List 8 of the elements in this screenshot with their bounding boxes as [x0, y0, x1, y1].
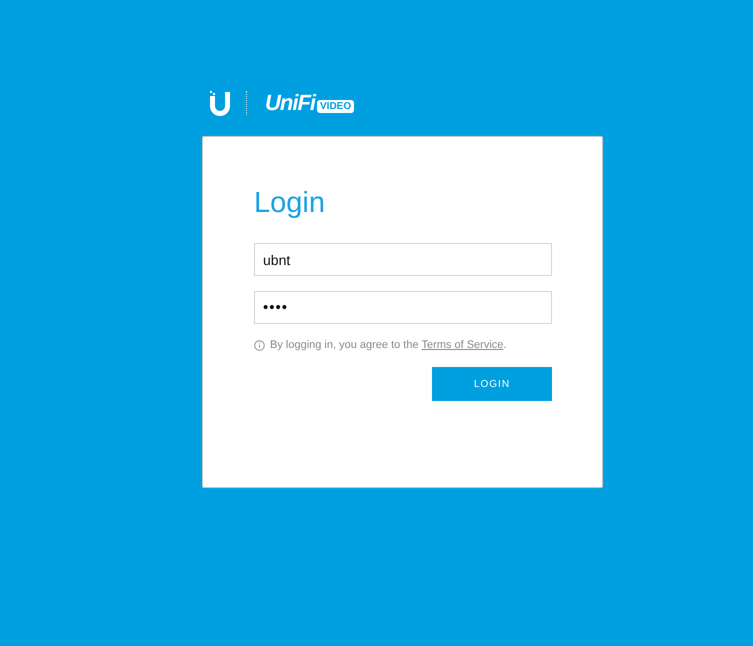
- terms-notice: By logging in, you agree to the Terms of Service.: [270, 339, 506, 351]
- product-badge: VIDEO: [317, 100, 354, 112]
- password-field[interactable]: ••••: [254, 291, 552, 324]
- login-title: Login: [254, 186, 326, 221]
- username-field[interactable]: ubnt: [254, 243, 552, 276]
- info-icon: [254, 340, 265, 350]
- u-logo-icon: [208, 90, 232, 116]
- brand-name: UniFi: [265, 90, 315, 116]
